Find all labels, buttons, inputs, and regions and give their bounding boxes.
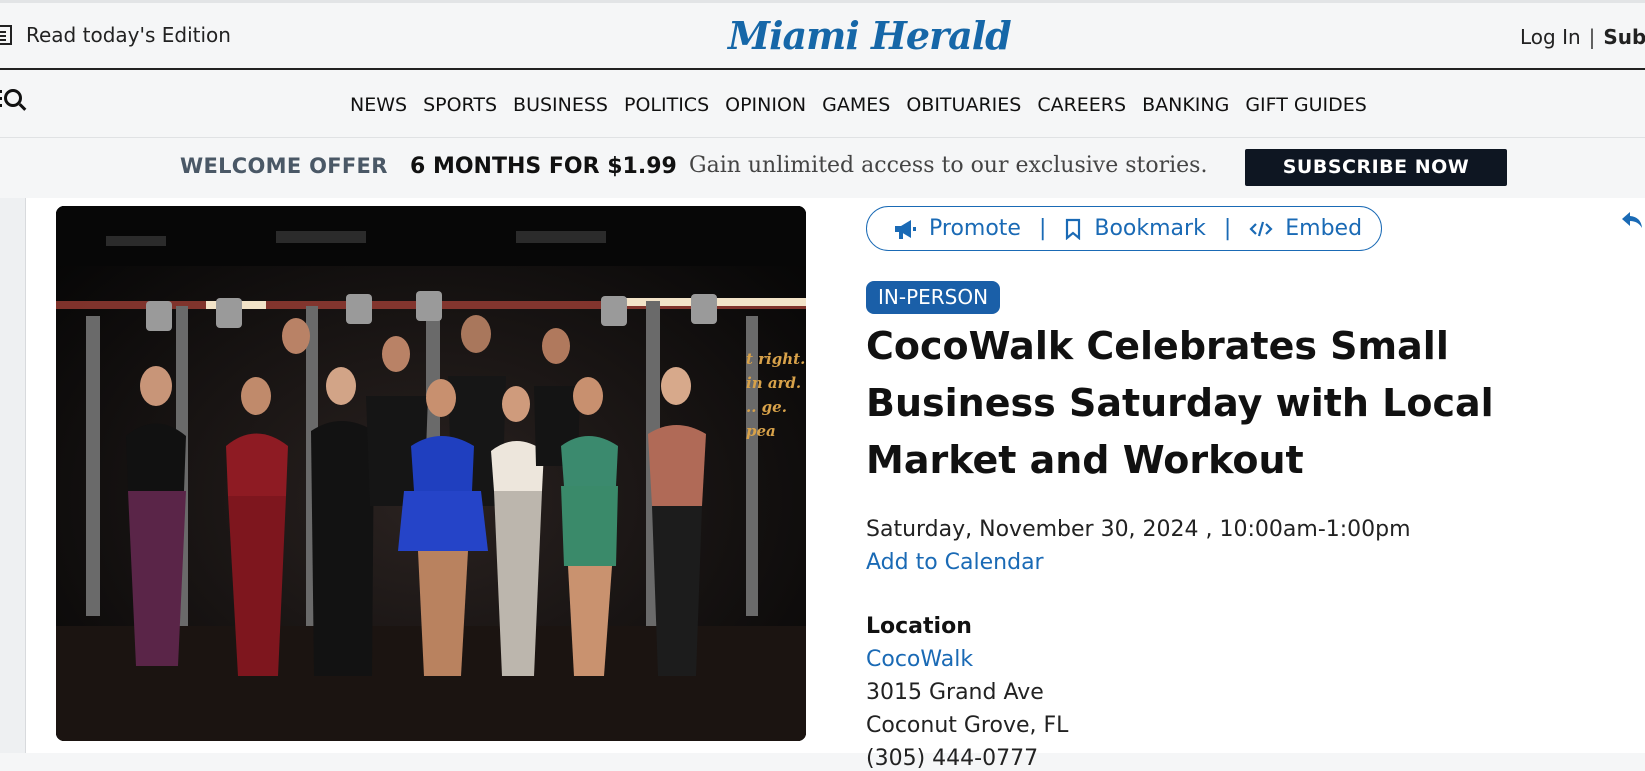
gym-group-photo: t right. in ard. .. ge. pea (56, 206, 806, 741)
address-line-1: 3015 Grand Ave (866, 680, 1044, 705)
bookmark-label: Bookmark (1094, 216, 1206, 241)
code-icon (1249, 221, 1273, 236)
top-bar: Read today's Edition Miami Herald Log In… (0, 0, 1645, 70)
read-edition-link[interactable]: Read today's Edition (0, 23, 231, 47)
welcome-offer-banner: WELCOME OFFER 6 MONTHS FOR $1.99 Gain un… (0, 138, 1645, 198)
left-gutter (0, 198, 26, 753)
auth-links: Log In | Subs (1520, 25, 1645, 49)
nav-item-opinion[interactable]: OPINION (725, 94, 806, 116)
add-to-calendar-link[interactable]: Add to Calendar (866, 550, 1044, 575)
nav-item-business[interactable]: BUSINESS (513, 94, 608, 116)
menu-search-group (0, 89, 22, 107)
address-line-2: Coconut Grove, FL (866, 713, 1069, 738)
location-heading: Location (866, 614, 972, 639)
read-edition-label: Read today's Edition (26, 23, 231, 47)
event-actions-bar: Promote | Bookmark | Embed (866, 206, 1382, 251)
bookmark-icon (1066, 218, 1081, 240)
embed-button[interactable]: Embed (1249, 216, 1362, 241)
welcome-offer-label: WELCOME OFFER (180, 154, 388, 178)
promote-button[interactable]: Promote (893, 216, 1021, 241)
subscribe-now-button[interactable]: SUBSCRIBE NOW (1245, 149, 1507, 186)
action-separator: | (1223, 216, 1232, 241)
megaphone-icon (895, 219, 916, 239)
menu-icon[interactable] (0, 89, 2, 107)
site-logo[interactable]: Miami Herald (728, 13, 1012, 58)
promote-label: Promote (929, 216, 1021, 241)
location-name-link[interactable]: CocoWalk (866, 647, 973, 672)
nav-item-politics[interactable]: POLITICS (624, 94, 709, 116)
event-datetime: Saturday, November 30, 2024 , 10:00am-1:… (866, 517, 1411, 542)
svg-text:.. ge.: .. ge. (746, 398, 787, 416)
offer-tagline: Gain unlimited access to our exclusive s… (689, 153, 1208, 178)
search-icon[interactable] (4, 89, 22, 107)
nav-item-sports[interactable]: SPORTS (423, 94, 497, 116)
svg-text:in ard.: in ard. (746, 374, 801, 392)
event-title: CocoWalk Celebrates Small Business Satur… (866, 324, 1494, 482)
bookmark-button[interactable]: Bookmark (1064, 216, 1206, 241)
in-person-badge: IN-PERSON (866, 281, 1001, 314)
nav-item-news[interactable]: NEWS (350, 94, 407, 116)
subscribe-link[interactable]: Subs (1603, 25, 1645, 49)
svg-text:pea: pea (746, 422, 776, 440)
section-nav: NEWS SPORTS BUSINESS POLITICS OPINION GA… (350, 94, 1367, 116)
nav-item-gift-guides[interactable]: GIFT GUIDES (1245, 94, 1367, 116)
embed-label: Embed (1285, 216, 1363, 241)
nav-item-games[interactable]: GAMES (822, 94, 890, 116)
offer-deal: 6 MONTHS FOR $1.99 (410, 154, 677, 179)
event-photo: t right. in ard. .. ge. pea (56, 206, 806, 741)
newspaper-icon (0, 25, 12, 45)
nav-item-careers[interactable]: CAREERS (1037, 94, 1126, 116)
nav-bar: NEWS SPORTS BUSINESS POLITICS OPINION GA… (0, 70, 1645, 138)
auth-separator: | (1588, 25, 1596, 49)
location-phone: (305) 444-0777 (866, 746, 1039, 771)
svg-text:t right.: t right. (746, 350, 805, 368)
nav-item-banking[interactable]: BANKING (1142, 94, 1229, 116)
share-icon[interactable] (1620, 208, 1644, 239)
action-separator: | (1038, 216, 1047, 241)
nav-item-obituaries[interactable]: OBITUARIES (906, 94, 1021, 116)
login-link[interactable]: Log In (1520, 25, 1581, 49)
